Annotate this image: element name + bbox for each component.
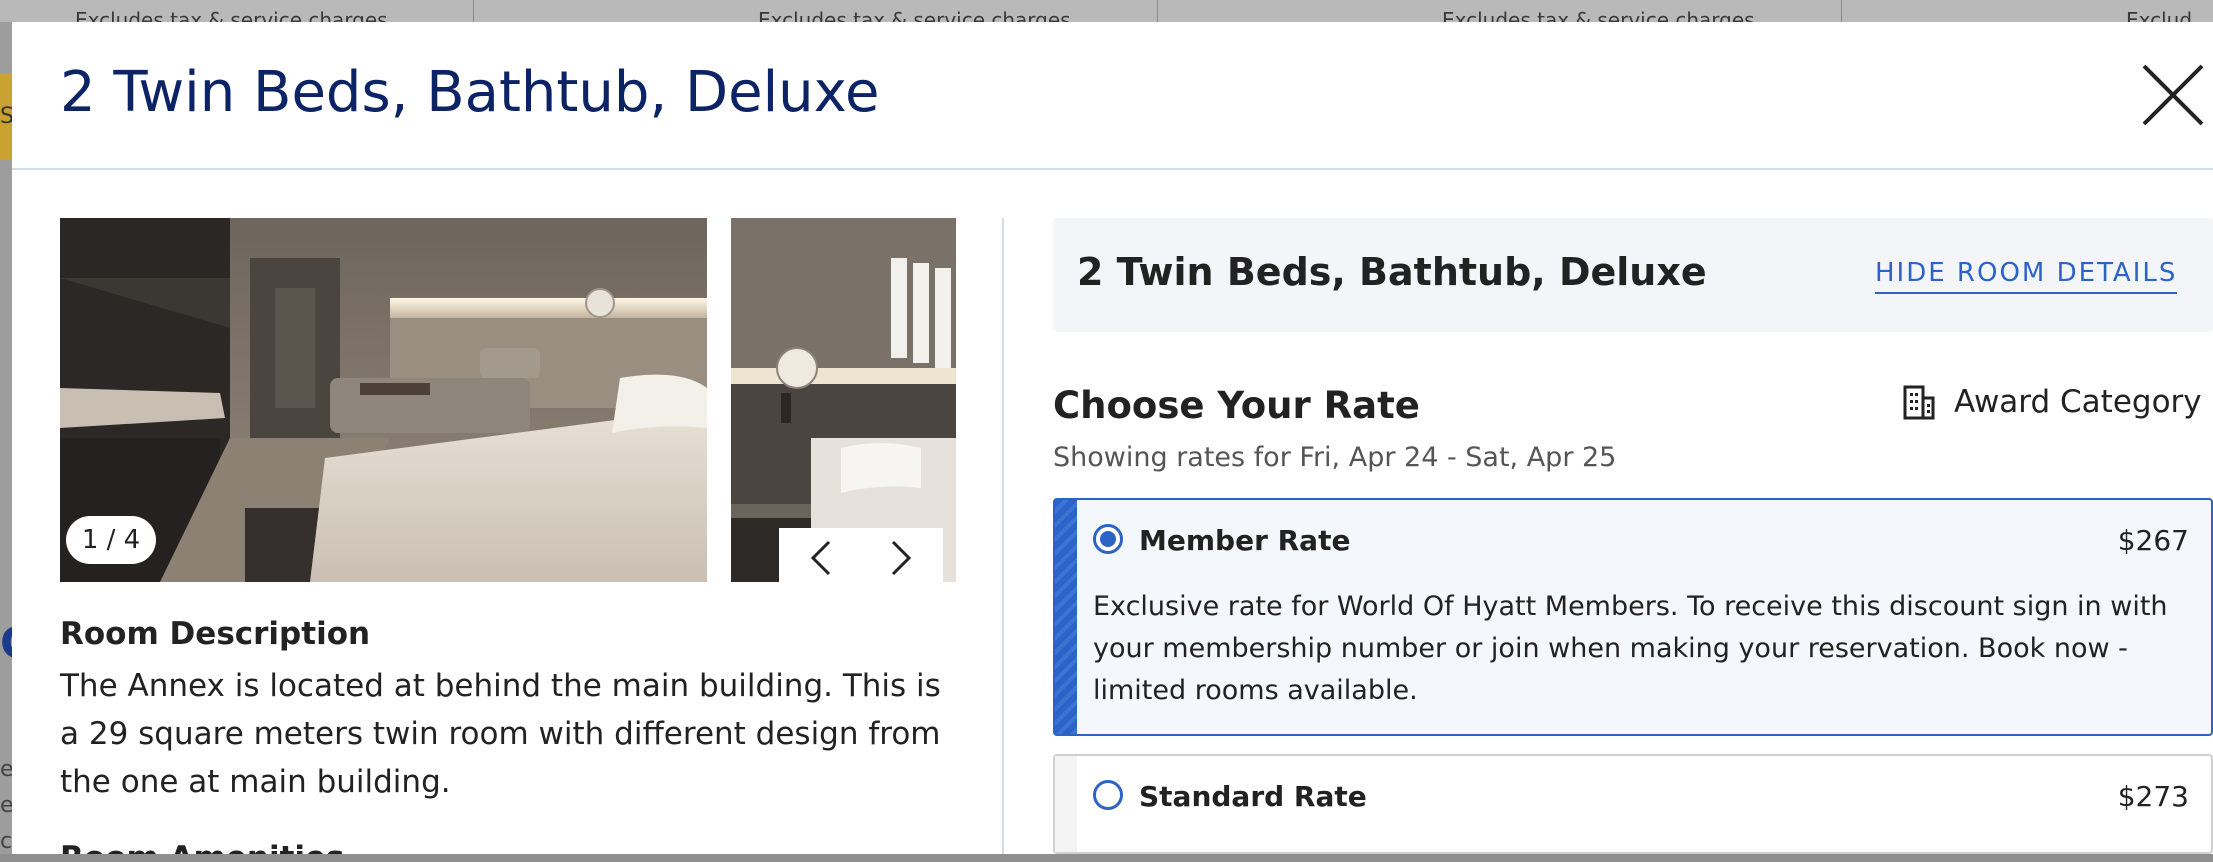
rate-name: Standard Rate (1139, 780, 1367, 813)
room-description-text: The Annex is located at behind the main … (60, 668, 941, 800)
background-divider (473, 0, 474, 22)
award-category: Award Category 2 (1902, 384, 2213, 420)
room-amenities-heading: Room Amenities (60, 840, 345, 854)
background-badge: S (0, 74, 12, 160)
award-category-label: Award Category 2 (1954, 384, 2213, 420)
next-photo-button[interactable] (885, 540, 915, 576)
chevron-left-icon (810, 540, 831, 576)
chevron-right-icon (891, 540, 912, 576)
background-tax-note: Excludes tax & service charges (1442, 8, 1755, 22)
background-tax-note: Exclud (2126, 8, 2193, 22)
rate-price: $273 (2117, 780, 2189, 813)
previous-photo-button[interactable] (807, 540, 837, 576)
building-icon (1902, 384, 1936, 420)
hide-room-details-link[interactable]: HIDE ROOM DETAILS (1875, 258, 2178, 294)
room-description-heading: Room Description (60, 616, 371, 652)
background-page: S Gr e e ca (0, 22, 12, 854)
room-photo[interactable] (60, 218, 707, 582)
close-icon (2142, 64, 2204, 126)
background-tax-note: Excludes tax & service charges (75, 8, 388, 22)
close-button[interactable] (2140, 62, 2206, 128)
background-divider (1157, 0, 1158, 22)
rate-description: Exclusive rate for World Of Hyatt Member… (1093, 591, 2168, 706)
rate-option-standard[interactable]: Standard Rate $273 (1053, 754, 2213, 854)
rate-price: $267 (2117, 524, 2189, 557)
rate-radio-member[interactable] (1093, 524, 1123, 554)
room-summary-card: 2 Twin Beds, Bathtub, Deluxe HIDE ROOM D… (1053, 218, 2213, 332)
choose-rate-heading: Choose Your Rate (1053, 384, 1420, 427)
background-hotel-name: Gr (0, 614, 12, 684)
room-details-modal: 2 Twin Beds, Bathtub, Deluxe 1 / 4 Room … (12, 22, 2213, 854)
gallery-navigation (779, 528, 943, 582)
photo-counter: 1 / 4 (66, 516, 156, 564)
rate-option-member[interactable]: Member Rate $267 Exclusive rate for Worl… (1053, 498, 2213, 736)
rate-stripe (1055, 756, 1077, 852)
rate-name: Member Rate (1139, 524, 1351, 557)
background-text: e e ca (0, 757, 12, 854)
modal-header: 2 Twin Beds, Bathtub, Deluxe (12, 22, 2213, 170)
modal-title: 2 Twin Beds, Bathtub, Deluxe (60, 60, 880, 125)
room-name: 2 Twin Beds, Bathtub, Deluxe (1077, 250, 1707, 294)
selected-stripe (1055, 500, 1077, 734)
background-tax-note: Excludes tax & service charges (758, 8, 1071, 22)
background-rate-bar: Excludes tax & service charges Excludes … (0, 0, 2213, 22)
rate-dates: Showing rates for Fri, Apr 24 - Sat, Apr… (1053, 442, 1617, 473)
background-divider (1841, 0, 1842, 22)
column-divider (1002, 218, 1004, 854)
rate-radio-standard[interactable] (1093, 780, 1123, 810)
photo-gallery: 1 / 4 (60, 218, 956, 582)
